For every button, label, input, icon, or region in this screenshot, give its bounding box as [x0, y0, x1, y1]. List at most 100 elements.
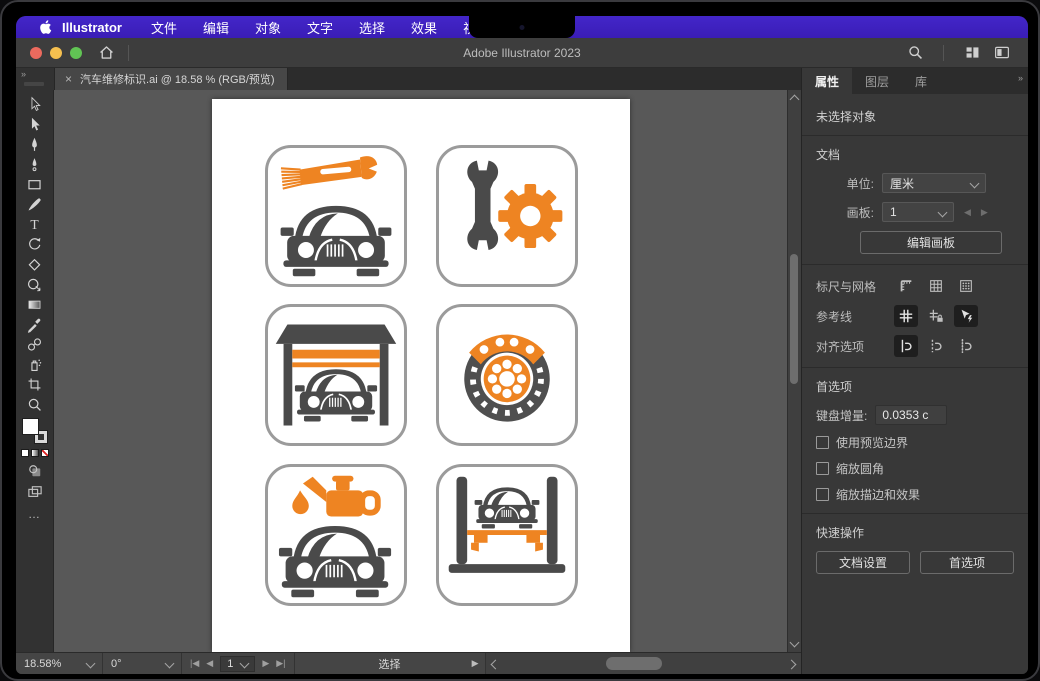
eyedropper-tool[interactable] [22, 314, 48, 334]
zoom-level-control[interactable]: 18.58% [16, 653, 103, 674]
selection-tool[interactable] [22, 94, 48, 114]
eraser-tool[interactable] [22, 254, 48, 274]
artboard-number-field[interactable]: 1 [220, 655, 256, 672]
horizontal-scrollbar[interactable] [485, 653, 801, 674]
artboard-select[interactable]: 1 [882, 202, 954, 222]
scroll-down-icon[interactable] [789, 637, 800, 648]
curvature-tool[interactable] [22, 154, 48, 174]
edit-artboard-button[interactable]: 编辑画板 [860, 231, 1002, 254]
snap-to-point-icon-button[interactable] [894, 335, 918, 357]
horizontal-scrollbar-thumb[interactable] [605, 657, 662, 670]
document-tab[interactable]: × 汽车维修标识.ai @ 18.58 % (RGB/预览) [55, 68, 288, 90]
lock-guides-icon-button[interactable] [924, 305, 948, 327]
panel-toggle-icon[interactable] [990, 42, 1014, 64]
screen-mode-icon[interactable] [27, 485, 43, 499]
scroll-right-icon[interactable] [786, 659, 797, 670]
preferences-button[interactable]: 首选项 [920, 551, 1014, 574]
tab-properties[interactable]: 属性 [802, 68, 853, 94]
artboard-tool[interactable] [22, 374, 48, 394]
panel-collapse-icon[interactable]: » [1018, 73, 1023, 83]
preview-bounds-checkbox[interactable] [816, 436, 829, 449]
artboard[interactable] [212, 99, 630, 652]
gradient-button[interactable] [30, 449, 39, 457]
artwork-car-on-lift[interactable] [436, 464, 578, 606]
scroll-up-icon[interactable] [789, 94, 800, 105]
menu-item-effect[interactable]: 效果 [398, 18, 450, 37]
first-artboard-button[interactable]: |◀ [190, 658, 199, 669]
grid-icon-button[interactable] [924, 275, 948, 297]
snap-to-grid-icon-button[interactable] [924, 335, 948, 357]
artwork-wrench-and-gear[interactable] [436, 145, 578, 287]
zoom-tool[interactable] [22, 394, 48, 414]
edit-toolbar-ellipsis[interactable]: … [28, 507, 41, 521]
artwork-car-oil-change[interactable] [265, 464, 407, 606]
drawing-mode-icon[interactable] [28, 464, 42, 478]
status-mode-display[interactable]: 选择 ▶ [294, 653, 486, 674]
none-button[interactable] [40, 449, 49, 457]
artwork-garage-with-car[interactable] [265, 304, 407, 446]
show-guides-icon-button[interactable] [894, 305, 918, 327]
keyboard-increment-field[interactable]: 0.0353 c [875, 405, 948, 425]
preview-bounds-option[interactable]: 使用预览边界 [816, 434, 1014, 451]
zoom-window-button[interactable] [70, 46, 82, 59]
rectangle-tool[interactable] [22, 174, 48, 194]
menu-app-name[interactable]: Illustrator [62, 20, 122, 35]
chevron-down-icon [239, 658, 250, 669]
ruler-icon-button[interactable] [894, 275, 918, 297]
symbol-sprayer-tool[interactable] [22, 354, 48, 374]
snap-options-label: 对齐选项 [816, 339, 865, 354]
menu-item-type[interactable]: 文字 [294, 18, 346, 37]
toolbar-collapse-header[interactable]: » [16, 68, 55, 90]
divider [802, 513, 1028, 514]
shaper-tool[interactable] [22, 274, 48, 294]
previous-artboard-button[interactable]: ◀ [206, 658, 213, 669]
next-artboard-icon[interactable]: ▶ [981, 207, 988, 218]
next-artboard-button[interactable]: ▶ [262, 658, 269, 669]
artwork-wheel-brake-bearing[interactable] [436, 304, 578, 446]
document-setup-button[interactable]: 文档设置 [816, 551, 910, 574]
menu-item-file[interactable]: 文件 [138, 18, 190, 37]
fill-color-swatch[interactable] [21, 418, 39, 435]
color-button[interactable] [20, 449, 29, 457]
canvas[interactable] [54, 90, 787, 652]
scale-strokes-effects-option[interactable]: 缩放描边和效果 [816, 486, 1014, 503]
close-window-button[interactable] [30, 46, 42, 59]
workspace-switcher-icon[interactable] [960, 42, 984, 64]
fill-stroke-control[interactable] [21, 418, 48, 444]
menu-item-select[interactable]: 选择 [346, 18, 398, 37]
blend-tool[interactable] [22, 334, 48, 354]
scale-strokes-effects-checkbox[interactable] [816, 488, 829, 501]
rotation-control[interactable]: 0° [103, 653, 182, 674]
direct-selection-tool[interactable] [22, 114, 48, 134]
paintbrush-tool[interactable] [22, 194, 48, 214]
smart-guides-icon-button[interactable] [954, 305, 978, 327]
search-icon[interactable] [903, 42, 927, 64]
scale-corners-option[interactable]: 缩放圆角 [816, 460, 1014, 477]
rotate-tool[interactable] [22, 234, 48, 254]
tab-layers[interactable]: 图层 [852, 68, 902, 94]
last-artboard-button[interactable]: ▶| [276, 658, 285, 669]
vertical-scrollbar[interactable] [787, 90, 801, 652]
unit-select[interactable]: 厘米 [882, 173, 986, 193]
pixel-grid-icon-button[interactable] [954, 275, 978, 297]
pen-tool[interactable] [22, 134, 48, 154]
toolbar: T … [16, 90, 54, 652]
gradient-tool[interactable] [22, 294, 48, 314]
snap-to-pixel-icon-button[interactable] [954, 335, 978, 357]
tab-libraries[interactable]: 库 [902, 68, 940, 94]
close-tab-icon[interactable]: × [65, 72, 72, 86]
menu-item-edit[interactable]: 编辑 [190, 18, 242, 37]
window-controls [30, 46, 82, 59]
chevron-down-icon [937, 207, 948, 217]
apple-menu-icon[interactable] [38, 19, 52, 35]
status-mode-arrow-icon[interactable]: ▶ [472, 658, 479, 669]
home-icon[interactable] [94, 42, 118, 64]
vertical-scrollbar-thumb[interactable] [790, 254, 798, 384]
minimize-window-button[interactable] [50, 46, 62, 59]
previous-artboard-icon[interactable]: ◀ [964, 207, 971, 218]
artwork-car-with-paint-wrench[interactable] [265, 145, 407, 287]
scroll-left-icon[interactable] [490, 659, 500, 670]
menu-item-object[interactable]: 对象 [242, 18, 294, 37]
scale-corners-checkbox[interactable] [816, 462, 829, 475]
type-tool[interactable]: T [22, 214, 48, 234]
